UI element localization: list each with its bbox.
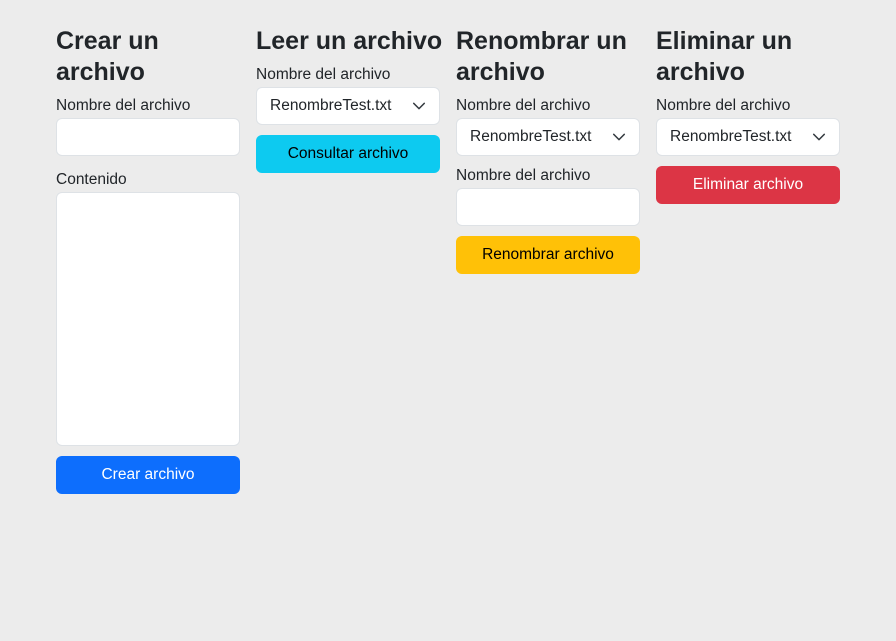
rename-file-section: Renombrar un archivo Nombre del archivo … [456, 26, 640, 274]
read-filename-label: Nombre del archivo [256, 66, 391, 83]
create-file-button[interactable]: Crear archivo [56, 456, 240, 494]
delete-file-section: Eliminar un archivo Nombre del archivo R… [656, 26, 840, 204]
content-label: Contenido [56, 171, 127, 188]
read-file-select-value: RenombreTest.txt [270, 97, 392, 114]
create-filename-label: Nombre del archivo [56, 97, 191, 114]
delete-file-select[interactable]: RenombreTest.txt [656, 118, 840, 156]
rename-file-title: Renombrar un archivo [456, 27, 627, 86]
read-file-select[interactable]: RenombreTest.txt [256, 87, 440, 125]
rename-file-button[interactable]: Renombrar archivo [456, 236, 640, 274]
read-file-section: Leer un archivo Nombre del archivo Renom… [256, 26, 443, 173]
create-filename-input[interactable] [56, 118, 240, 156]
read-file-button[interactable]: Consultar archivo [256, 135, 440, 173]
create-file-section: Crear un archivo Nombre del archivo Cont… [56, 26, 240, 494]
create-file-title: Crear un archivo [56, 27, 159, 86]
delete-file-button[interactable]: Eliminar archivo [656, 166, 840, 204]
delete-file-title: Eliminar un archivo [656, 27, 793, 86]
read-file-title: Leer un archivo [256, 27, 443, 55]
chevron-down-icon [612, 133, 626, 141]
rename-file-select[interactable]: RenombreTest.txt [456, 118, 640, 156]
delete-filename-label: Nombre del archivo [656, 97, 791, 114]
rename-filename-label: Nombre del archivo [456, 97, 591, 114]
chevron-down-icon [412, 102, 426, 110]
content-textarea[interactable] [56, 192, 240, 446]
chevron-down-icon [812, 133, 826, 141]
rename-file-select-value: RenombreTest.txt [470, 128, 592, 145]
rename-new-name-input[interactable] [456, 188, 640, 226]
delete-file-select-value: RenombreTest.txt [670, 128, 792, 145]
rename-new-name-label: Nombre del archivo [456, 167, 591, 184]
